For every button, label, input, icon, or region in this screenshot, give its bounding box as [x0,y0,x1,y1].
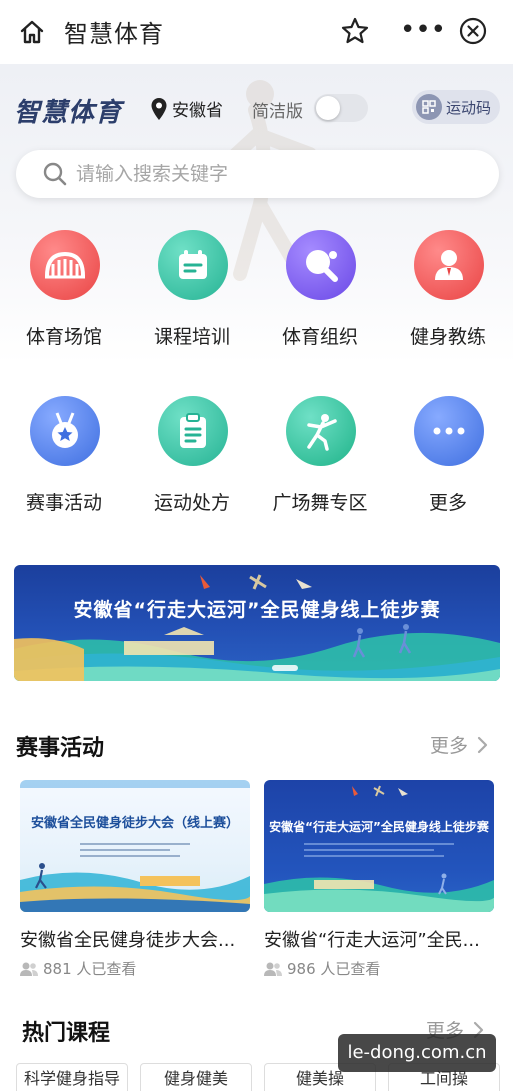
search-bar[interactable] [16,150,499,198]
event-thumbnail-artwork [264,785,494,912]
banner-artwork [14,574,500,681]
brand-row: 智慧体育 安徽省 简洁版 运动码 [0,88,513,128]
event-card-views: 986 人已查看 [264,958,494,979]
course-tag[interactable]: 科学健身指导 [16,1063,128,1091]
events-section-title: 赛事活动 [16,736,105,761]
grid-item-events[interactable]: 赛事活动 [0,396,128,536]
event-card[interactable]: 安徽省全民健身徒步大会（线上赛） 安徽省全民健身徒步大会... 881 人已查看 [20,780,250,979]
carousel-indicator [272,665,298,671]
users-icon [264,962,282,976]
star-icon[interactable] [340,16,370,46]
prescription-icon [158,396,228,466]
course-tag[interactable]: 健身健美 [140,1063,252,1091]
grid-item-label: 课程培训 [153,326,230,348]
event-thumbnail: 安徽省全民健身徒步大会（线上赛） [20,780,250,912]
chevron-right-icon [477,736,488,753]
sport-code-label: 运动码 [446,98,492,117]
table-tennis-icon [286,230,356,300]
more-menu-icon[interactable]: ••• [400,17,446,43]
promo-banner[interactable]: 安徽省“行走大运河”全民健身线上徒步赛 [14,565,500,681]
sport-code-button[interactable]: 运动码 [412,90,500,124]
dancer-icon [286,396,356,466]
grid-item-label: 体育场馆 [25,326,102,348]
search-icon [43,162,67,186]
grid-item-courses[interactable]: 课程培训 [128,230,256,370]
site-watermark: le-dong.com.cn [338,1034,496,1072]
events-more-label: 更多 [430,735,469,757]
event-thumbnail-text: 安徽省全民健身徒步大会（线上赛） [30,816,239,831]
home-icon[interactable] [18,18,46,46]
coach-icon [414,230,484,300]
grid-item-organizations[interactable]: 体育组织 [256,230,384,370]
grid-item-prescription[interactable]: 运动处方 [128,396,256,536]
simple-mode-label: 简洁版 [252,102,303,122]
grid-item-label: 赛事活动 [25,492,102,514]
courses-section-title: 热门课程 [22,1021,111,1046]
event-thumbnail-artwork [20,780,250,912]
stadium-icon [30,230,100,300]
grid-item-label: 体育组织 [281,326,358,348]
more-icon [414,396,484,466]
event-thumbnail: 安徽省“行走大运河”全民健身线上徒步赛 [264,780,494,912]
medal-icon [30,396,100,466]
event-card-title: 安徽省“行走大运河”全民... [264,930,480,951]
location-label: 安徽省 [172,101,223,121]
grid-item-label: 更多 [428,492,467,514]
event-card-views-label: 881 人已查看 [43,960,137,978]
event-card-title: 安徽省全民健身徒步大会... [20,930,236,951]
event-card-views: 881 人已查看 [20,958,250,979]
close-icon[interactable] [458,16,488,46]
qr-code-icon [416,94,442,120]
grid-item-label: 运动处方 [153,492,230,514]
toggle-knob [316,96,340,120]
grid-item-coaches[interactable]: 健身教练 [384,230,512,370]
brand-logo: 智慧体育 [14,98,123,128]
event-thumbnail-text: 安徽省“行走大运河”全民健身线上徒步赛 [269,820,489,834]
location-pin-icon [151,97,167,120]
simple-mode-toggle[interactable] [314,94,368,122]
users-icon [20,962,38,976]
search-input[interactable] [76,163,456,185]
event-card-views-label: 986 人已查看 [287,960,381,978]
grid-item-more[interactable]: 更多 [384,396,512,536]
location-selector[interactable]: 安徽省 [150,96,223,121]
calendar-icon [158,230,228,300]
page-title: 智慧体育 [64,20,164,48]
grid-item-square-dance[interactable]: 广场舞专区 [256,396,384,536]
grid-item-stadium[interactable]: 体育场馆 [0,230,128,370]
banner-title: 安徽省“行走大运河”全民健身线上徒步赛 [73,599,441,621]
event-card[interactable]: 安徽省“行走大运河”全民健身线上徒步赛 安徽省“行走大运河”全民... 986 … [264,780,494,979]
events-more-link[interactable]: 更多 [430,731,490,758]
grid-item-label: 广场舞专区 [272,492,368,514]
grid-item-label: 健身教练 [409,326,486,348]
top-nav-bar: 智慧体育 ••• [0,0,513,64]
